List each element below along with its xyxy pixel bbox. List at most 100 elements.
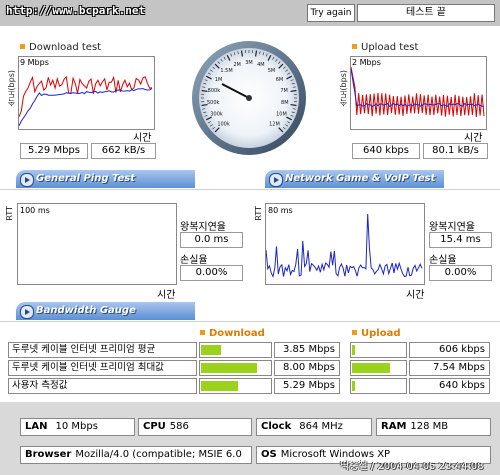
speed-gauge: 100k 300k 500k 800k 1M 1.5M 2M 3M 4M 5M 6M 7M 8M 10M 1… — [192, 36, 306, 160]
ping-max-label: 100 ms — [20, 206, 50, 215]
ram-info: RAM 128 MB — [376, 418, 491, 436]
game-loss-label: 손실율 — [429, 255, 457, 266]
upload-max-label: 2 Mbps — [352, 58, 381, 67]
clock-value: 864 MHz — [299, 421, 343, 432]
download-bar — [201, 345, 222, 355]
upload-bar — [352, 363, 391, 373]
download-value: 3.85 Mbps — [274, 342, 340, 358]
download-bar — [201, 381, 239, 391]
ram-label: RAM — [381, 421, 407, 432]
gauge-tick-label: 6M — [276, 77, 284, 83]
gauge-dial: 100k 300k 500k 800k 1M 1.5M2M 3M 4M5M6M 7M 8M 10M 1… — [192, 41, 306, 155]
bandwidth-row-label: 두루넷 케이블 인터넷 프리미엄 평균 — [8, 342, 197, 358]
game-loss-value: 0.00% — [429, 265, 492, 281]
ping-loss-value: 0.00% — [180, 265, 243, 281]
gauge-tick-label: 1M — [215, 77, 223, 83]
arrow-icon — [20, 173, 34, 187]
upload-chart — [351, 66, 485, 117]
os-label: OS — [261, 449, 277, 460]
gauge-tick-label: 1.5M — [220, 68, 232, 74]
gauge-tick-label: 2M — [233, 62, 241, 68]
game-ylabel: RTT — [254, 206, 263, 221]
upload-bar — [352, 345, 356, 355]
end-test-button[interactable]: 테스트 끝 — [357, 4, 495, 22]
cpu-info: CPU 586 — [138, 418, 252, 436]
game-graph — [265, 203, 425, 285]
gauge-tick-label: 7M — [280, 88, 288, 94]
tab-bandwidth-gauge[interactable]: Bandwidth Gauge — [16, 302, 195, 320]
game-xlabel: 시간 — [406, 290, 425, 301]
gauge-tick-label: 4M — [257, 62, 265, 68]
gauge-tick-label: 5M — [268, 68, 276, 74]
download-title: Download test — [20, 42, 101, 53]
divider — [0, 189, 500, 190]
upload-red-series — [351, 66, 485, 117]
upload-value: 640 kbps — [409, 378, 490, 394]
game-rtt-series — [266, 213, 423, 279]
cpu-label: CPU — [143, 421, 166, 432]
download-speed-kbs: 662 kB/s — [91, 143, 156, 159]
clock-label: Clock — [261, 421, 292, 432]
try-again-button[interactable]: Try again — [307, 4, 355, 22]
gauge-tick-label: 300k — [210, 112, 223, 118]
download-bar-track — [199, 342, 272, 358]
download-blue-series — [19, 87, 153, 127]
tab-general-ping-test[interactable]: General Ping Test — [16, 170, 195, 188]
download-ylabel: 속도(bps) — [7, 70, 16, 107]
upload-value: 606 kbps — [409, 342, 490, 358]
ping-xlabel: 시간 — [157, 290, 176, 301]
gauge-tick-label: 8M — [281, 100, 289, 106]
upload-bar — [352, 381, 356, 391]
cpu-value: 586 — [169, 421, 189, 432]
download-red-series — [19, 75, 153, 117]
lan-label: LAN — [25, 421, 48, 432]
gauge-tick-label: 10M — [276, 112, 287, 118]
bandwidth-download-header: Download — [200, 328, 265, 339]
game-max-label: 80 ms — [268, 206, 293, 215]
ping-rtt-label: 왕복지연율 — [180, 222, 226, 233]
upload-bar-track — [350, 360, 407, 376]
divider — [0, 321, 500, 322]
upload-speed-kbps: 640 kbps — [352, 143, 420, 159]
lan-value: 10 Mbps — [55, 421, 98, 432]
gauge-tick-label: 12M — [269, 121, 280, 127]
ping-graph — [17, 203, 177, 285]
arrow-icon — [20, 305, 34, 319]
download-value: 8.00 Mbps — [274, 360, 340, 376]
site-url: http://www.bcpark.net — [6, 4, 146, 17]
upload-bar-track — [350, 378, 407, 394]
download-bar-track — [199, 360, 272, 376]
download-xlabel: 시간 — [133, 133, 152, 144]
bandwidth-upload-header: Upload — [352, 328, 400, 339]
download-bar-track — [199, 378, 272, 394]
game-rtt-label: 왕복지연율 — [429, 222, 475, 233]
upload-value: 7.54 Mbps — [409, 360, 490, 376]
browser-value: Mozilla/4.0 (compatible; MSIE 6.0 — [75, 449, 242, 460]
download-value: 5.29 Mbps — [274, 378, 340, 394]
game-rtt-value: 15.4 ms — [429, 232, 492, 248]
upload-ylabel: 속도(bps) — [339, 70, 348, 107]
upload-title: Upload test — [352, 42, 418, 53]
footer-signature: 딱중철 / 2004-04-05 23:44:08 — [340, 461, 484, 472]
ping-ylabel: RTT — [5, 206, 14, 221]
bandwidth-row-label: 두루넷 케이블 인터넷 프리미엄 최대값 — [8, 360, 197, 376]
bandwidth-row-label: 사용자 측정값 — [8, 378, 197, 394]
download-bar — [201, 363, 258, 373]
gauge-tick-label: 3M — [245, 60, 253, 66]
tab-network-game-voip-test[interactable]: Network Game & VoIP Test — [265, 170, 444, 188]
browser-info: Browser Mozilla/4.0 (compatible; MSIE 6.0 — [20, 446, 252, 464]
game-chart — [266, 213, 423, 279]
ram-value: 128 MB — [410, 421, 449, 432]
upload-xlabel: 시간 — [464, 133, 483, 144]
tab-label: Bandwidth Gauge — [36, 305, 136, 316]
download-speed-mbps: 5.29 Mbps — [20, 143, 88, 159]
clock-info: Clock 864 MHz — [256, 418, 372, 436]
download-max-label: 9 Mbps — [20, 58, 49, 67]
lan-info: LAN 10 Mbps — [20, 418, 135, 436]
gauge-tick-label: 800k — [208, 88, 221, 94]
gauge-tick-label: 100k — [217, 121, 230, 127]
browser-label: Browser — [25, 449, 72, 460]
ping-rtt-value: 0.0 ms — [180, 232, 243, 248]
upload-bar-track — [350, 342, 407, 358]
upload-graph — [350, 56, 487, 130]
